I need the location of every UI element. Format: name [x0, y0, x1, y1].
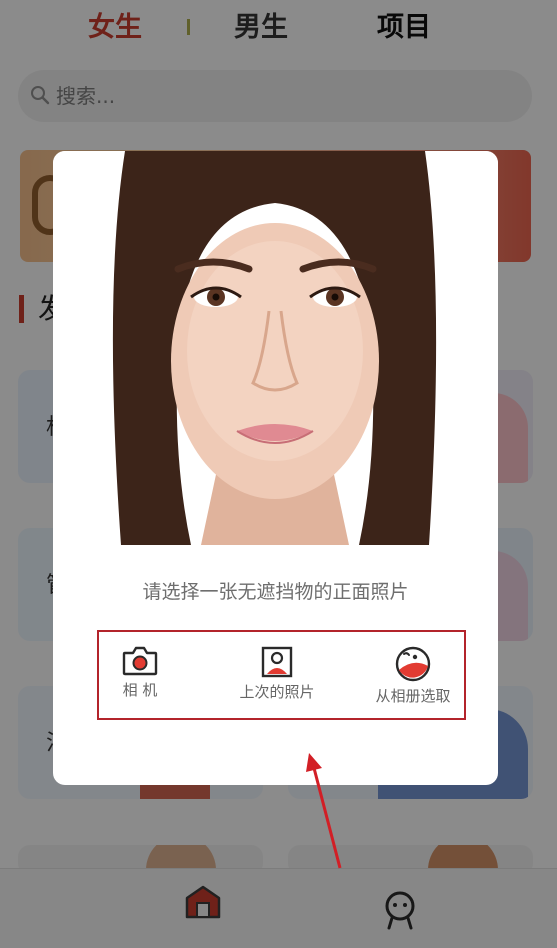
- album-face-icon: [395, 646, 431, 682]
- example-face-photo: [53, 151, 498, 545]
- last-photo-option-button[interactable]: 上次的照片: [212, 646, 342, 702]
- photo-picker-dialog: 请选择一张无遮挡物的正面照片 相 机 上次的照片 从相册选取: [53, 151, 498, 785]
- camera-option-label: 相 机: [122, 681, 158, 699]
- camera-icon: [122, 646, 158, 676]
- album-option-button[interactable]: 从相册选取: [348, 646, 478, 706]
- photo-source-options: 相 机 上次的照片 从相册选取: [97, 630, 466, 720]
- album-option-label: 从相册选取: [375, 687, 451, 705]
- instruction-text: 请选择一张无遮挡物的正面照片: [142, 581, 409, 603]
- camera-option-button[interactable]: 相 机: [75, 646, 205, 700]
- portrait-photo-icon: [261, 646, 293, 678]
- last-photo-option-label: 上次的照片: [239, 683, 315, 701]
